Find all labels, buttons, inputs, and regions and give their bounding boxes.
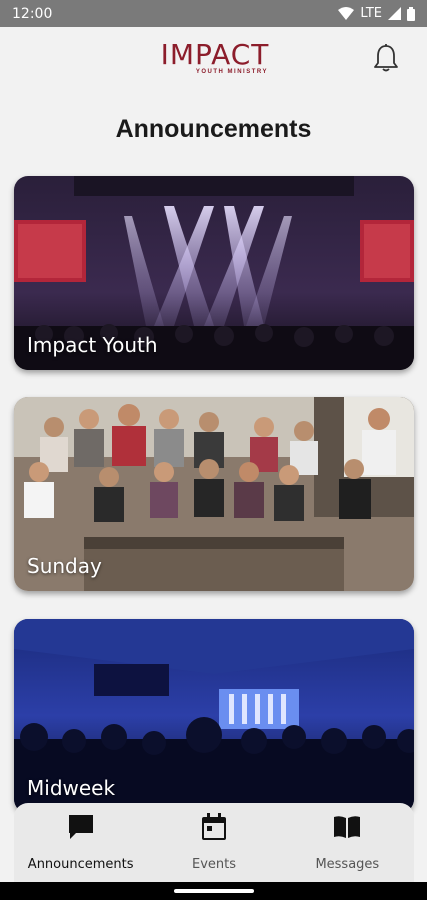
nav-tab-events[interactable]: Events bbox=[147, 803, 280, 883]
nav-tab-announcements[interactable]: Announcements bbox=[14, 803, 147, 883]
chat-bubble-icon bbox=[68, 815, 93, 839]
network-label: LTE bbox=[360, 6, 382, 21]
status-icons: LTE bbox=[338, 6, 415, 21]
bell-icon[interactable] bbox=[372, 43, 400, 73]
battery-icon bbox=[407, 6, 415, 21]
logo-main-text: IMPACT bbox=[160, 38, 270, 71]
calendar-icon bbox=[201, 813, 226, 840]
signal-icon bbox=[388, 7, 401, 20]
card-label: Impact Youth bbox=[27, 333, 158, 357]
card-label: Midweek bbox=[27, 776, 116, 800]
announcement-card-sunday[interactable]: Sunday bbox=[14, 397, 414, 591]
status-time: 12:00 bbox=[12, 5, 53, 22]
nav-tab-messages[interactable]: Messages bbox=[281, 803, 414, 883]
home-indicator[interactable] bbox=[174, 889, 254, 893]
nav-label-messages: Messages bbox=[315, 857, 380, 872]
nav-label-events: Events bbox=[191, 857, 236, 872]
wifi-icon bbox=[338, 7, 355, 20]
system-home-bar bbox=[0, 882, 427, 900]
page-title: Announcements bbox=[115, 115, 312, 143]
announcement-card-midweek[interactable]: Midweek bbox=[14, 619, 414, 813]
impact-logo: IMPACT YOUTH MINISTRY bbox=[160, 38, 270, 76]
nav-label-announcements: Announcements bbox=[27, 857, 134, 872]
open-book-icon bbox=[334, 816, 361, 838]
card-label: Sunday bbox=[27, 554, 102, 578]
app-header: IMPACT YOUTH MINISTRY bbox=[0, 27, 427, 89]
status-bar: 12:00 LTE bbox=[0, 0, 427, 27]
announcement-card-impact-youth[interactable]: Impact Youth bbox=[14, 176, 414, 370]
bottom-navigation: Announcements Events Messages bbox=[14, 803, 414, 883]
